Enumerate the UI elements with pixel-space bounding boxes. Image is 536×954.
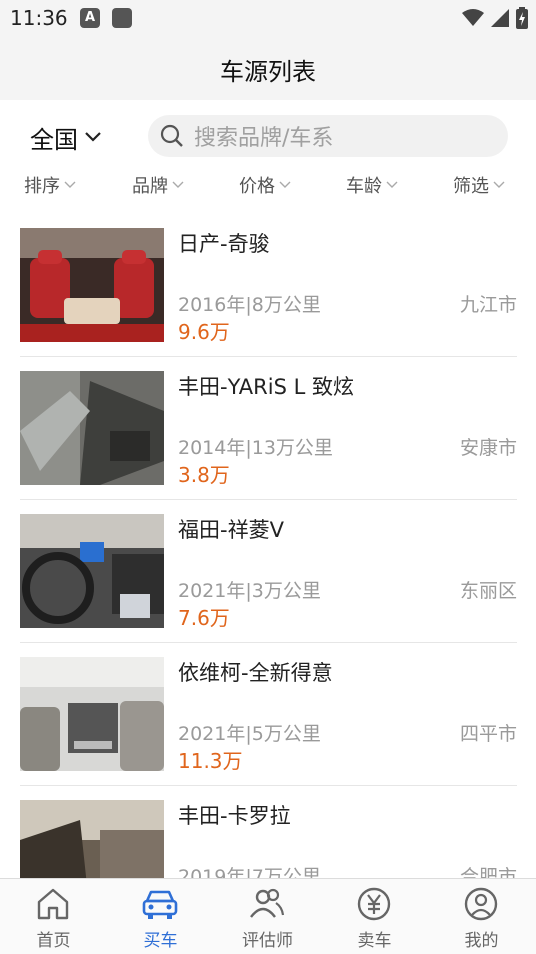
list-item[interactable]: 丰田-卡罗拉 2019年|7万公里 合肥市 — [20, 786, 517, 878]
tab-label: 首页 — [36, 931, 71, 951]
car-year-mileage: 2019年|7万公里 — [178, 866, 321, 878]
filter-label: 筛选 — [453, 176, 489, 197]
region-selector[interactable]: 全国 — [30, 120, 102, 154]
page-title: 车源列表 — [220, 58, 316, 86]
tab-sell-car[interactable]: 卖车 — [321, 879, 428, 954]
bottom-tab-bar: 首页 买车 评估师 卖车 我的 — [0, 878, 536, 954]
filter-age[interactable]: 车龄 — [346, 172, 398, 198]
home-icon — [37, 888, 69, 920]
tab-appraiser[interactable]: 评估师 — [214, 879, 321, 954]
tab-mine[interactable]: 我的 — [428, 879, 535, 954]
car-year-mileage: 2021年|5万公里 — [178, 723, 321, 745]
tab-home[interactable]: 首页 — [0, 879, 107, 954]
car-price: 7.6万 — [178, 606, 230, 630]
car-city: 安康市 — [459, 437, 517, 459]
chevron-down-icon — [172, 181, 184, 188]
list-item[interactable]: 依维柯-全新得意 2021年|5万公里 四平市 11.3万 — [20, 643, 517, 786]
car-price: 9.6万 — [178, 320, 230, 344]
status-bar: 11:36 A — [0, 0, 536, 36]
chevron-down-icon — [64, 181, 76, 188]
chevron-down-icon — [85, 132, 101, 142]
car-year-mileage: 2021年|3万公里 — [178, 580, 321, 602]
car-year-mileage: 2014年|13万公里 — [178, 437, 333, 459]
list-item[interactable]: 福田-祥菱V 2021年|3万公里 东丽区 7.6万 — [20, 500, 517, 643]
search-input[interactable]: 搜索品牌/车系 — [148, 115, 508, 157]
notification-app-icon-2 — [112, 8, 132, 28]
car-city: 四平市 — [459, 723, 517, 745]
tab-buy-car[interactable]: 买车 — [107, 879, 214, 954]
tab-label: 卖车 — [357, 931, 392, 951]
battery-icon — [516, 7, 528, 29]
filter-price[interactable]: 价格 — [239, 172, 291, 198]
car-name: 丰田-卡罗拉 — [178, 804, 291, 828]
filter-label: 品牌 — [132, 176, 168, 197]
tab-label: 我的 — [464, 931, 499, 951]
car-icon — [142, 890, 178, 919]
region-label: 全国 — [30, 125, 78, 154]
signal-icon — [491, 9, 509, 27]
list-item[interactable]: 日产-奇骏 2016年|8万公里 九江市 9.6万 — [20, 214, 517, 357]
car-city: 合肥市 — [459, 866, 517, 878]
notification-app-icon: A — [80, 8, 100, 28]
tab-label: 评估师 — [242, 931, 293, 951]
list-item[interactable]: 丰田-YARiS L 致炫 2014年|13万公里 安康市 3.8万 — [20, 357, 517, 500]
chevron-down-icon — [386, 181, 398, 188]
filter-sort[interactable]: 排序 — [24, 172, 76, 198]
car-photo — [20, 228, 164, 342]
car-name: 福田-祥菱V — [178, 518, 284, 542]
wifi-icon — [462, 9, 484, 26]
car-year-mileage: 2016年|8万公里 — [178, 294, 321, 316]
user-icon — [464, 887, 498, 921]
car-photo — [20, 514, 164, 628]
people-icon — [250, 888, 285, 918]
car-price: 3.8万 — [178, 463, 230, 487]
filter-brand[interactable]: 品牌 — [132, 172, 184, 198]
car-city: 九江市 — [459, 294, 517, 316]
car-city: 东丽区 — [459, 580, 517, 602]
car-list: 日产-奇骏 2016年|8万公里 九江市 9.6万 丰田-YARiS L 致炫 … — [0, 214, 536, 878]
filter-bar: 排序 品牌 价格 车龄 筛选 — [0, 172, 536, 200]
tab-label: 买车 — [143, 931, 178, 951]
chevron-down-icon — [279, 181, 291, 188]
filter-more[interactable]: 筛选 — [453, 172, 505, 198]
car-name: 日产-奇骏 — [178, 232, 270, 256]
search-icon — [160, 124, 183, 147]
car-name: 丰田-YARiS L 致炫 — [178, 375, 354, 399]
filter-label: 价格 — [239, 176, 275, 197]
car-photo — [20, 800, 164, 878]
status-time: 11:36 — [10, 6, 68, 30]
car-price: 11.3万 — [178, 749, 243, 773]
app-header: 车源列表 — [0, 36, 536, 100]
filter-label: 车龄 — [346, 176, 382, 197]
status-indicators — [462, 6, 528, 30]
car-name: 依维柯-全新得意 — [178, 661, 333, 685]
filter-label: 排序 — [24, 176, 60, 197]
car-photo — [20, 657, 164, 771]
chevron-down-icon — [493, 181, 505, 188]
car-photo — [20, 371, 164, 485]
search-placeholder: 搜索品牌/车系 — [194, 126, 334, 151]
yen-icon — [357, 887, 391, 921]
